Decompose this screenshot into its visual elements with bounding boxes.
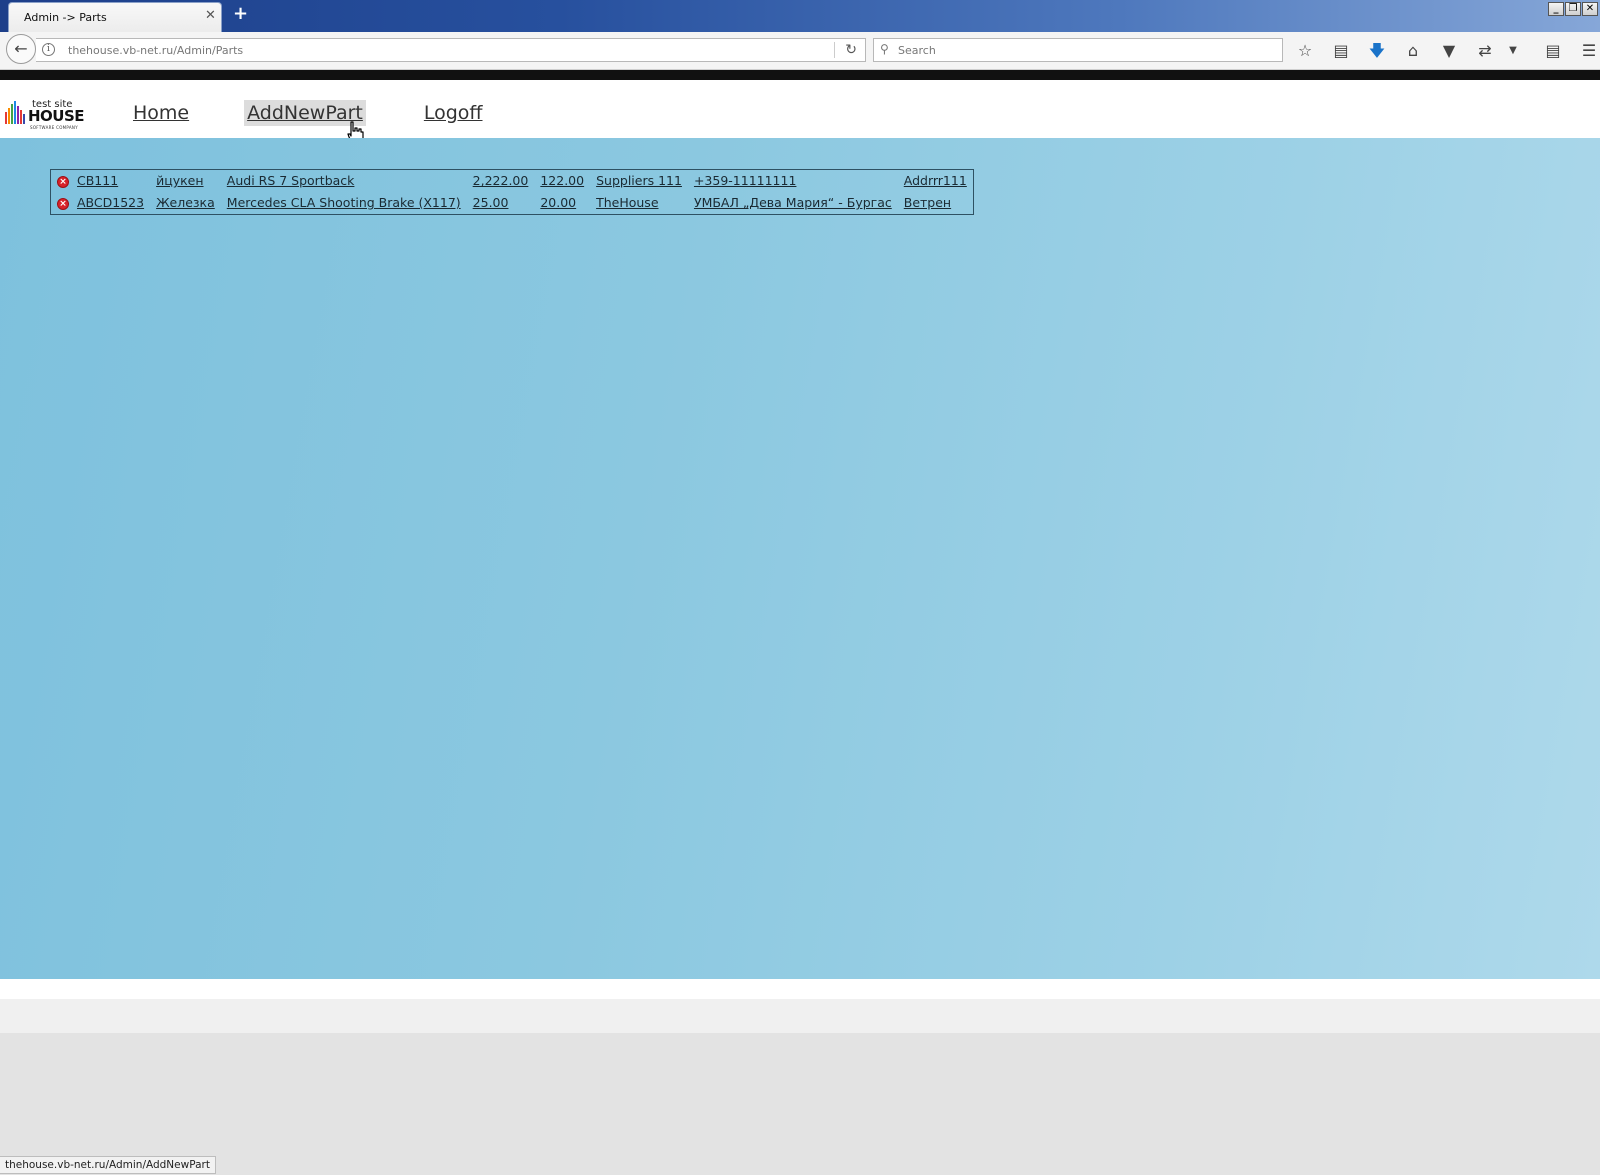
cell-phone: УМБАЛ „Дева Мария“ - Бургас [688,192,898,215]
address-link[interactable]: Ветрен [904,195,951,210]
site-logo[interactable]: test site HOUSE SOFTWARE COMPANY [4,100,85,132]
parts-table: × CB111 йцукен Audi RS 7 Sportback 2,222.00 1… [50,169,974,215]
browser-tab[interactable]: Admin -> Parts ✕ [8,2,222,32]
delete-cell: × [51,170,72,193]
hamburger-menu-icon[interactable]: ☰ [1574,40,1600,62]
logo-bars-icon [5,101,25,124]
cell-phone: +359-11111111 [688,170,898,193]
toolbar-icons: ☆ ▤ 🡇 ⌂ ▼ ⇄ ▼ ▤ ☰ [1290,40,1600,62]
cell-category: Железка [150,192,221,215]
address-link[interactable]: Addrrr111 [904,173,967,188]
cell-address: Ветрен [898,192,974,215]
cost-link[interactable]: 122.00 [540,173,584,188]
tab-close-icon[interactable]: ✕ [205,9,216,22]
category-link[interactable]: йцукен [156,173,203,188]
cell-model: Mercedes CLA Shooting Brake (X117) [221,192,467,215]
table-row: × CB111 йцукен Audi RS 7 Sportback 2,222.00 1… [51,170,974,193]
parts-table-body: × CB111 йцукен Audi RS 7 Sportback 2,222.00 1… [51,170,974,215]
chevron-down-icon[interactable]: ▼ [1506,40,1520,62]
content-area: × CB111 йцукен Audi RS 7 Sportback 2,222.00 1… [0,138,1600,979]
browser-titlebar: Admin -> Parts ✕ + _ ❐ ✕ [0,0,1600,32]
main-menu: Home AddNewPart Logoff [130,100,486,126]
cell-model: Audi RS 7 Sportback [221,170,467,193]
info-icon[interactable]: i [42,43,55,56]
home-icon[interactable]: ⌂ [1398,40,1428,62]
search-icon: ⚲ [880,42,889,56]
menu-logoff-link[interactable]: Logoff [421,100,486,126]
browser-navbar: ← i thehouse.vb-net.ru/Admin/Parts ↻ ⚲ S… [0,32,1600,70]
delete-icon[interactable]: × [57,176,69,188]
pocket-icon[interactable]: ▼ [1434,40,1464,62]
reading-list-icon[interactable]: ▤ [1326,40,1356,62]
footer-area [0,1033,1600,1175]
phone-link[interactable]: +359-11111111 [694,173,796,188]
site-header: test site HOUSE SOFTWARE COMPANY Home Ad… [0,80,1600,138]
price-link[interactable]: 25.00 [473,195,509,210]
cell-supplier: Suppliers 111 [590,170,688,193]
footer-strip [0,979,1600,999]
bookmark-star-icon[interactable]: ☆ [1290,40,1320,62]
url-text[interactable]: thehouse.vb-net.ru/Admin/Parts [68,44,243,57]
cell-code: CB111 [71,170,150,193]
reload-icon[interactable]: ↻ [845,42,857,58]
window-controls: _ ❐ ✕ [1548,2,1598,16]
code-link[interactable]: CB111 [77,173,118,188]
footer-band [0,999,1600,1033]
url-divider [834,42,835,58]
delete-icon[interactable]: × [57,198,69,210]
cell-cost: 122.00 [534,170,590,193]
phone-link[interactable]: УМБАЛ „Дева Мария“ - Бургас [694,195,892,210]
logo-main-text: HOUSE [28,107,85,125]
table-row: × ABCD1523 Железка Mercedes CLA Shooting Br… [51,192,974,215]
cell-price: 25.00 [467,192,535,215]
cell-cost: 20.00 [534,192,590,215]
cell-address: Addrrr111 [898,170,974,193]
cell-supplier: TheHouse [590,192,688,215]
sync-icon[interactable]: ⇄ [1470,40,1500,62]
tab-title: Admin -> Parts [24,11,107,24]
page-top-bar [0,70,1600,80]
search-input[interactable]: ⚲ Search [873,38,1283,62]
cell-category: йцукен [150,170,221,193]
download-icon[interactable]: 🡇 [1362,40,1392,62]
close-window-icon[interactable]: ✕ [1582,2,1598,16]
model-link[interactable]: Mercedes CLA Shooting Brake (X117) [227,195,461,210]
menu-home-link[interactable]: Home [130,100,192,126]
price-link[interactable]: 2,222.00 [473,173,529,188]
cost-link[interactable]: 20.00 [540,195,576,210]
model-link[interactable]: Audi RS 7 Sportback [227,173,355,188]
cell-code: ABCD1523 [71,192,150,215]
cell-price: 2,222.00 [467,170,535,193]
supplier-link[interactable]: TheHouse [596,195,658,210]
delete-cell: × [51,192,72,215]
supplier-link[interactable]: Suppliers 111 [596,173,682,188]
search-placeholder: Search [898,44,936,57]
logo-sub-text: SOFTWARE COMPANY [30,125,78,130]
restore-icon[interactable]: ❐ [1565,2,1581,16]
code-link[interactable]: ABCD1523 [77,195,144,210]
status-bar: thehouse.vb-net.ru/Admin/AddNewPart [0,1156,216,1174]
minimize-icon[interactable]: _ [1548,2,1564,16]
chat-icon[interactable]: ▤ [1538,40,1568,62]
address-bar[interactable]: i thehouse.vb-net.ru/Admin/Parts ↻ [36,38,866,62]
category-link[interactable]: Железка [156,195,215,210]
back-arrow-icon[interactable]: ← [6,34,36,64]
new-tab-icon[interactable]: + [233,5,248,23]
